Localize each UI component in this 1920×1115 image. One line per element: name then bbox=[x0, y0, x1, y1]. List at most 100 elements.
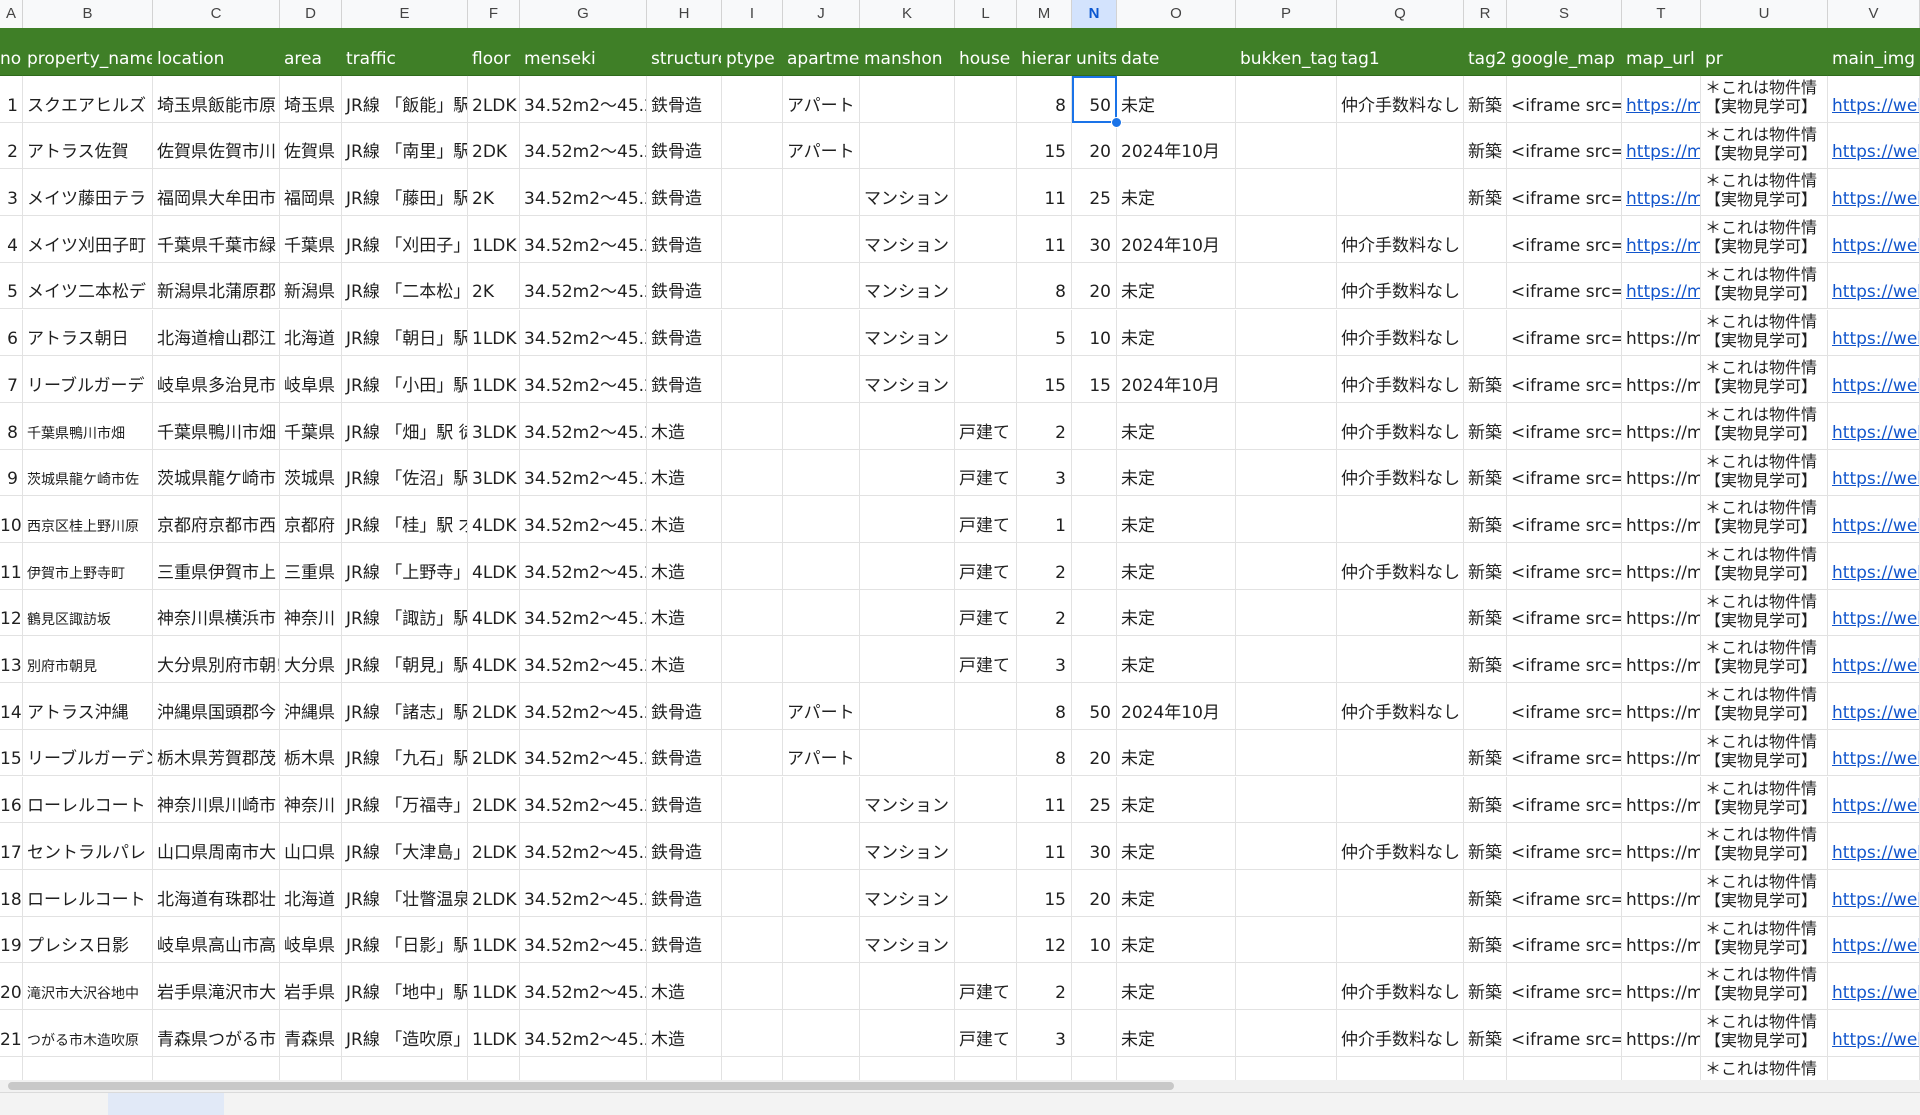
cell-menseki[interactable]: 34.52m2〜45.20 bbox=[520, 963, 647, 1010]
column-header-q[interactable]: Q bbox=[1337, 0, 1464, 28]
cell-hier[interactable]: 8 bbox=[1017, 729, 1072, 777]
cell-no[interactable]: 16 bbox=[0, 776, 23, 824]
cell-gmap[interactable]: <iframe src="h bbox=[1507, 169, 1622, 217]
cell-bukken[interactable] bbox=[1236, 402, 1337, 450]
cell-floor[interactable]: 1LDK bbox=[468, 309, 520, 357]
cell-name[interactable] bbox=[23, 1056, 153, 1080]
cell-ptype[interactable] bbox=[722, 636, 783, 684]
cell-no[interactable]: 20 bbox=[0, 963, 23, 1010]
cell-no[interactable] bbox=[0, 1056, 23, 1080]
cell-units[interactable] bbox=[1072, 963, 1117, 1010]
cell-bukken[interactable] bbox=[1236, 216, 1337, 263]
cell-bukken[interactable] bbox=[1236, 729, 1337, 777]
cell-date[interactable]: 2024年10月 bbox=[1117, 356, 1236, 403]
cell-manshon[interactable]: マンション bbox=[860, 309, 955, 357]
cell-house[interactable] bbox=[955, 216, 1017, 263]
cell-units[interactable]: 15 bbox=[1072, 356, 1117, 403]
cell-tag1[interactable] bbox=[1337, 869, 1464, 917]
cell-tag2[interactable]: 新築 bbox=[1464, 449, 1507, 497]
cell-traffic[interactable]: JR線 「日影」駅 bbox=[342, 916, 468, 964]
cell-manshon[interactable] bbox=[860, 729, 955, 777]
cell-no[interactable]: 18 bbox=[0, 869, 23, 917]
cell-tag2[interactable]: 新築 bbox=[1464, 729, 1507, 777]
cell-traffic[interactable]: JR線 「南里」駅 bbox=[342, 122, 468, 170]
cell-menseki[interactable]: 34.52m2〜45.20 bbox=[520, 169, 647, 217]
cell-structure[interactable]: 鉄骨造 bbox=[647, 356, 722, 403]
cell-menseki[interactable]: 34.52m2〜45.20 bbox=[520, 216, 647, 263]
cell-floor[interactable]: 2LDK bbox=[468, 683, 520, 730]
cell-location[interactable]: 北海道有珠郡壮 bbox=[153, 869, 280, 917]
cell-location[interactable]: 岐阜県高山市高 bbox=[153, 916, 280, 964]
cell-ptype[interactable] bbox=[722, 449, 783, 497]
cell-floor[interactable]: 1LDK bbox=[468, 963, 520, 1010]
cell-tag1[interactable] bbox=[1337, 496, 1464, 543]
cell-tag2[interactable]: 新築 bbox=[1464, 963, 1507, 1010]
horizontal-scrollbar[interactable] bbox=[0, 1080, 1920, 1092]
cell-pr[interactable]: ＊これは物件情 【実物見学可】 bbox=[1701, 76, 1828, 123]
cell-ptype[interactable] bbox=[722, 76, 783, 123]
column-header-e[interactable]: E bbox=[342, 0, 468, 28]
selection-fill-handle[interactable] bbox=[1111, 116, 1122, 128]
header-cell-menseki[interactable]: menseki bbox=[520, 28, 647, 76]
cell-no[interactable]: 21 bbox=[0, 1010, 23, 1057]
cell-ptype[interactable] bbox=[722, 169, 783, 217]
cell-mapurl[interactable]: https://ma bbox=[1622, 262, 1701, 310]
cell-apartment[interactable] bbox=[783, 449, 860, 497]
header-cell-pr[interactable]: pr bbox=[1701, 28, 1828, 76]
cell-gmap[interactable]: <iframe src="h bbox=[1507, 823, 1622, 870]
cell-gmap[interactable]: <iframe src="h bbox=[1507, 262, 1622, 310]
cell-tag1[interactable]: 仲介手数料なし bbox=[1337, 683, 1464, 730]
cell-ptype[interactable] bbox=[722, 776, 783, 824]
column-header-v[interactable]: V bbox=[1828, 0, 1920, 28]
cell-units[interactable] bbox=[1072, 496, 1117, 543]
header-cell-tag2[interactable]: tag2 bbox=[1464, 28, 1507, 76]
column-header-a[interactable]: A bbox=[0, 0, 23, 28]
cell-area[interactable]: 山口県 bbox=[280, 823, 342, 870]
cell-ptype[interactable] bbox=[722, 589, 783, 637]
cell-units[interactable]: 10 bbox=[1072, 916, 1117, 964]
cell-pr[interactable]: ＊これは物件情 【実物見学可】 bbox=[1701, 216, 1828, 263]
cell-img[interactable]: https://webr bbox=[1828, 262, 1920, 310]
cell-ptype[interactable] bbox=[722, 1056, 783, 1080]
cell-name[interactable]: 鶴見区諏訪坂 bbox=[23, 589, 153, 637]
cell-structure[interactable]: 鉄骨造 bbox=[647, 683, 722, 730]
cell-floor[interactable]: 2LDK bbox=[468, 823, 520, 870]
cell-structure[interactable]: 木造 bbox=[647, 543, 722, 590]
header-cell-tag1[interactable]: tag1 bbox=[1337, 28, 1464, 76]
cell-area[interactable]: 千葉県 bbox=[280, 402, 342, 450]
cell-date[interactable]: 未定 bbox=[1117, 636, 1236, 684]
cell-pr[interactable]: ＊これは物件情 【実物見学可】 bbox=[1701, 262, 1828, 310]
cell-ptype[interactable] bbox=[722, 356, 783, 403]
cell-tag2[interactable] bbox=[1464, 309, 1507, 357]
cell-name[interactable]: 西京区桂上野川原 bbox=[23, 496, 153, 543]
cell-units[interactable] bbox=[1072, 1010, 1117, 1057]
cell-img[interactable]: https://webr bbox=[1828, 543, 1920, 590]
cell-traffic[interactable]: JR線 「刈田子」 bbox=[342, 216, 468, 263]
cell-date[interactable]: 未定 bbox=[1117, 589, 1236, 637]
cell-date[interactable]: 未定 bbox=[1117, 776, 1236, 824]
cell-traffic[interactable]: JR線 「朝日」駅 bbox=[342, 309, 468, 357]
cell-ptype[interactable] bbox=[722, 309, 783, 357]
cell-menseki[interactable]: 34.52m2〜45.20 bbox=[520, 449, 647, 497]
cell-name[interactable]: メイツ藤田テラ bbox=[23, 169, 153, 217]
cell-menseki[interactable]: 34.52m2〜45.20 bbox=[520, 776, 647, 824]
cell-no[interactable]: 7 bbox=[0, 356, 23, 403]
cell-date[interactable]: 未定 bbox=[1117, 169, 1236, 217]
cell-ptype[interactable] bbox=[722, 1010, 783, 1057]
cell-name[interactable]: 伊賀市上野寺町 bbox=[23, 543, 153, 590]
cell-pr[interactable]: ＊これは物件情 【実物見学可】 bbox=[1701, 1010, 1828, 1057]
cell-name[interactable]: 別府市朝見 bbox=[23, 636, 153, 684]
cell-name[interactable]: アトラス朝日 bbox=[23, 309, 153, 357]
cell-mapurl[interactable]: https://ma bbox=[1622, 869, 1701, 917]
cell-mapurl[interactable] bbox=[1622, 1056, 1701, 1080]
header-cell-no[interactable]: no bbox=[0, 28, 23, 76]
cell-location[interactable]: 三重県伊賀市上 bbox=[153, 543, 280, 590]
cell-apartment[interactable] bbox=[783, 402, 860, 450]
cell-hier[interactable]: 11 bbox=[1017, 776, 1072, 824]
cell-bukken[interactable] bbox=[1236, 76, 1337, 123]
cell-hier[interactable]: 3 bbox=[1017, 449, 1072, 497]
cell-location[interactable]: 千葉県鴨川市畑 bbox=[153, 402, 280, 450]
cell-tag2[interactable]: 新築 bbox=[1464, 169, 1507, 217]
cell-area[interactable]: 茨城県 bbox=[280, 449, 342, 497]
cell-structure[interactable]: 木造 bbox=[647, 402, 722, 450]
